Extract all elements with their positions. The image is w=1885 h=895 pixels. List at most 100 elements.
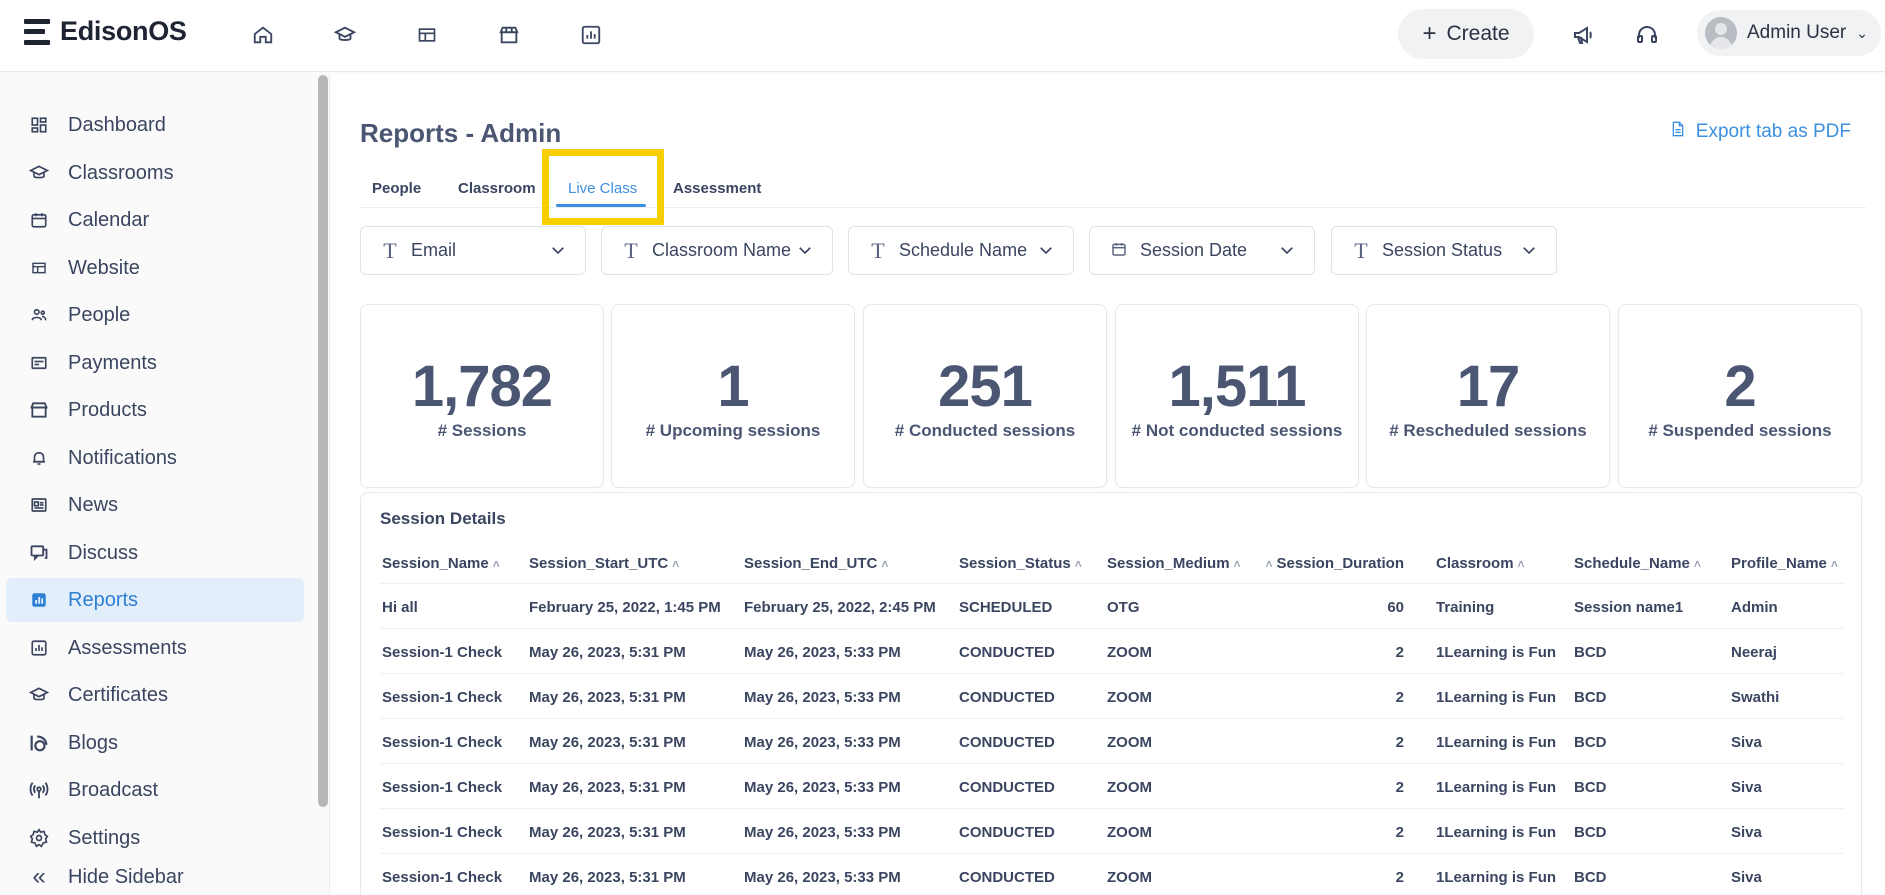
tab-assessment[interactable]: Assessment <box>673 180 761 197</box>
chevron-down-icon <box>1520 241 1538 264</box>
sidebar-item-discuss[interactable]: Discuss <box>6 531 304 575</box>
table-cell: 2 <box>1395 779 1404 796</box>
row-divider <box>380 808 1844 809</box>
column-header[interactable]: ˄ Session_Duration <box>1265 555 1404 572</box>
top-nav <box>248 20 606 50</box>
megaphone-icon[interactable] <box>1568 20 1598 50</box>
sidebar-item-payments[interactable]: Payments <box>6 341 304 385</box>
column-header-label: Session_Status <box>959 555 1071 572</box>
filter-schedule-name[interactable]: T Schedule Name <box>848 226 1074 275</box>
sidebar-item-website[interactable]: Website <box>6 246 304 290</box>
table-cell: May 26, 2023, 5:33 PM <box>744 644 901 661</box>
column-header[interactable]: Profile_Name ˄ <box>1731 555 1838 572</box>
column-header-label: Session_Medium <box>1107 555 1230 572</box>
sort-arrow-icon[interactable]: ˄ <box>1518 557 1525 571</box>
sidebar-item-classrooms[interactable]: Classrooms <box>6 151 304 195</box>
sidebar-item-calendar[interactable]: Calendar <box>6 198 304 242</box>
column-header-label: Session_Name <box>382 555 489 572</box>
column-header[interactable]: Schedule_Name ˄ <box>1574 555 1701 572</box>
session-details-table: Session Details Session_Name ˄ Session_Sta… <box>360 492 1862 895</box>
user-menu[interactable]: Admin User ⌄ <box>1697 10 1881 56</box>
filter-email[interactable]: T Email <box>360 226 586 275</box>
sidebar-item-label: Products <box>68 398 147 421</box>
sidebar-item-label: Payments <box>68 351 157 374</box>
sidebar-item-notifications[interactable]: Notifications <box>6 436 304 480</box>
sort-arrow-icon[interactable]: ˄ <box>1831 557 1838 571</box>
column-header[interactable]: Session_Start_UTC ˄ <box>529 555 679 572</box>
sidebar-item-products[interactable]: Products <box>6 388 304 432</box>
table-cell: BCD <box>1574 869 1607 886</box>
sort-arrow-icon[interactable]: ˄ <box>881 557 888 571</box>
brand-name: EdisonOS <box>60 16 187 46</box>
stat-card-rescheduled: 17 # Rescheduled sessions <box>1366 304 1610 488</box>
store-icon[interactable] <box>494 20 524 50</box>
sort-arrow-icon[interactable]: ˄ <box>672 557 679 571</box>
reports-chart-icon[interactable] <box>576 20 606 50</box>
sidebar-item-certificates[interactable]: Certificates <box>6 673 304 717</box>
table-cell: 1Learning is Fun <box>1436 644 1557 661</box>
stat-value: 2 <box>1724 354 1756 419</box>
stat-card-upcoming: 1 # Upcoming sessions <box>611 304 855 488</box>
column-header[interactable]: Classroom ˄ <box>1436 555 1525 572</box>
filter-classroom-name[interactable]: T Classroom Name <box>601 226 833 275</box>
chevron-down-icon <box>1037 241 1055 264</box>
sidebar-item-dashboard[interactable]: Dashboard <box>6 103 304 147</box>
sidebar-item-blogs[interactable]: Blogs <box>6 721 304 765</box>
table-cell: CONDUCTED <box>959 689 1055 706</box>
stat-card-conducted: 251 # Conducted sessions <box>863 304 1107 488</box>
settings-icon <box>28 827 50 849</box>
sort-arrow-icon[interactable]: ˄ <box>493 557 500 571</box>
table-cell: OTG <box>1107 599 1140 616</box>
tab-classroom[interactable]: Classroom <box>458 180 536 197</box>
products-icon <box>28 399 50 421</box>
row-divider <box>380 718 1844 719</box>
website-icon <box>28 257 50 279</box>
sort-arrow-icon[interactable]: ˄ <box>1075 557 1082 571</box>
certificate-icon <box>28 684 50 706</box>
graduation-cap-icon[interactable] <box>330 20 360 50</box>
sort-arrow-icon[interactable]: ˄ <box>1234 557 1241 571</box>
sidebar-item-reports[interactable]: Reports <box>6 578 304 622</box>
export-pdf-link[interactable]: Export tab as PDF <box>1670 120 1851 144</box>
column-header[interactable]: Session_Name ˄ <box>382 555 500 572</box>
table-cell: CONDUCTED <box>959 869 1055 886</box>
sidebar-scrollbar[interactable] <box>318 75 328 807</box>
text-type-icon: T <box>624 237 638 263</box>
sidebar-item-settings[interactable]: Settings <box>6 816 304 860</box>
row-divider <box>380 583 1844 584</box>
table-cell: Session-1 Check <box>382 734 503 751</box>
chevron-down-icon: ⌄ <box>1856 24 1868 41</box>
sidebar-item-assessments[interactable]: Assessments <box>6 626 304 670</box>
table-cell: ZOOM <box>1107 644 1152 661</box>
create-button[interactable]: + Create <box>1398 9 1534 59</box>
filter-session-status[interactable]: T Session Status <box>1331 226 1557 275</box>
sidebar-item-broadcast[interactable]: Broadcast <box>6 768 304 812</box>
sidebar-item-label: Reports <box>68 588 139 611</box>
column-header-label: Session_End_UTC <box>744 555 878 572</box>
sidebar-item-label: News <box>68 493 119 516</box>
tab-people[interactable]: People <box>372 180 421 197</box>
column-header[interactable]: Session_Status ˄ <box>959 555 1082 572</box>
table-cell: 2 <box>1395 644 1404 661</box>
table-cell: Siva <box>1731 824 1762 841</box>
table-cell: Session-1 Check <box>382 824 503 841</box>
column-header[interactable]: Session_Medium ˄ <box>1107 555 1241 572</box>
filter-session-date[interactable]: Session Date <box>1089 226 1315 275</box>
home-icon[interactable] <box>248 20 278 50</box>
table-cell: ZOOM <box>1107 689 1152 706</box>
website-icon[interactable] <box>412 20 442 50</box>
sidebar-item-news[interactable]: News <box>6 483 304 527</box>
sort-arrow-icon[interactable]: ˄ <box>1694 557 1701 571</box>
hide-sidebar-button[interactable]: « Hide Sidebar <box>28 863 183 891</box>
sidebar-item-people[interactable]: People <box>6 293 304 337</box>
column-header[interactable]: Session_End_UTC ˄ <box>744 555 888 572</box>
filter-label: Email <box>411 240 457 260</box>
headset-icon[interactable] <box>1632 20 1662 50</box>
column-header-label: Profile_Name <box>1731 555 1827 572</box>
payments-icon <box>28 352 50 374</box>
brand-logo[interactable]: EdisonOS <box>24 16 187 47</box>
document-icon <box>1670 120 1686 144</box>
table-cell: 2 <box>1395 689 1404 706</box>
table-cell: 1Learning is Fun <box>1436 689 1557 706</box>
sort-arrow-icon[interactable]: ˄ <box>1265 557 1272 571</box>
